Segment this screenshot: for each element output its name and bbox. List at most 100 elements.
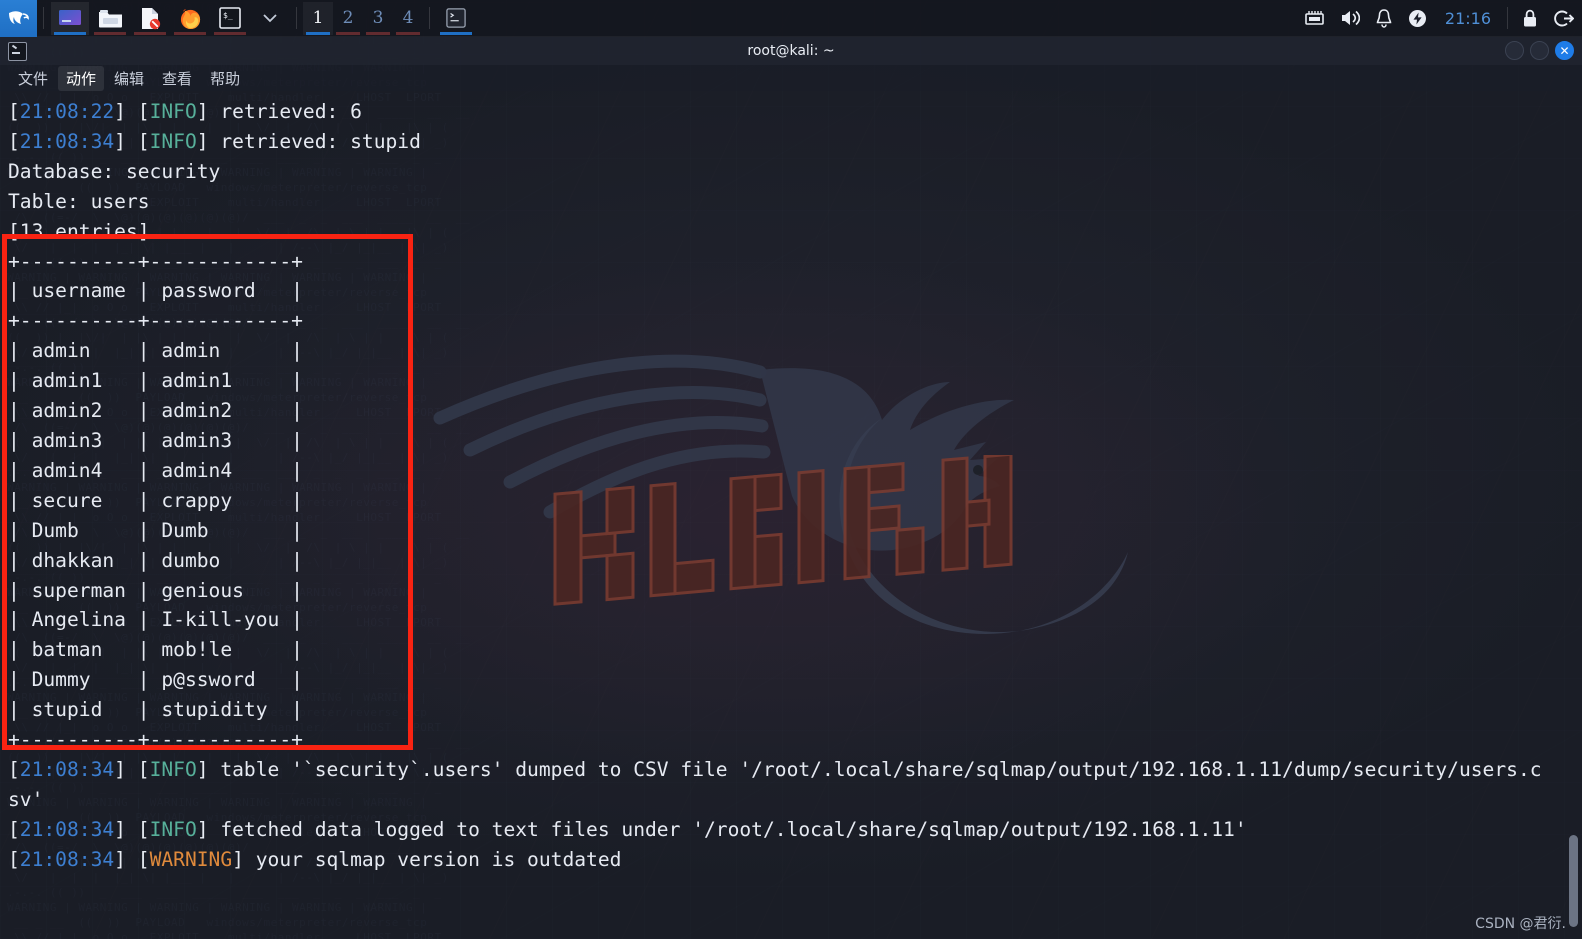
log-lines-bottom: [21:08:34] [INFO] table '`security`.user… <box>8 755 1582 875</box>
top-panel: $_ 1 2 3 4 21:16 <box>0 0 1582 37</box>
task-underline <box>134 31 166 35</box>
network-icon[interactable] <box>1297 0 1332 37</box>
panel-divider-2 <box>296 7 297 29</box>
log-bracket: [ <box>8 817 20 841</box>
log-bracket: [ <box>8 757 20 781</box>
terminal-output-area[interactable]: [21:08:22] [INFO] retrieved: 6 [21:08:34]… <box>0 91 1582 939</box>
log-level: INFO <box>149 129 197 153</box>
workspace-button-2[interactable]: 2 <box>333 2 363 35</box>
table-border: +----------+------------+ <box>8 309 303 333</box>
log-level: INFO <box>149 100 197 123</box>
log-line: [21:08:34] [WARNING] your sqlmap version… <box>8 845 1582 875</box>
panel-clock[interactable]: 21:16 <box>1435 9 1501 28</box>
log-timestamp: 21:08:22 <box>19 100 115 123</box>
log-bracket: ] [ <box>114 817 150 841</box>
logout-button[interactable] <box>1546 0 1582 37</box>
log-message: table '`security`.users' dumped to CSV f… <box>220 757 1542 781</box>
log-timestamp: 21:08:34 <box>19 757 115 781</box>
panel-divider-4 <box>1507 7 1508 29</box>
terminal-titlebar[interactable]: root@kali: ~ ✕ <box>0 37 1582 65</box>
workspace-active-underline <box>306 31 330 35</box>
task-underline <box>174 31 206 35</box>
table-row: | admin2 | admin2 | <box>8 399 303 423</box>
log-bracket: [ <box>8 847 20 871</box>
menu-file[interactable]: 文件 <box>10 66 56 91</box>
log-lines-top: [21:08:22] [INFO] retrieved: 6 [21:08:34]… <box>8 97 1582 157</box>
log-bracket: ] [ <box>114 757 150 781</box>
panel-task-file-manager[interactable] <box>91 2 129 35</box>
network-icon-glyph <box>1305 11 1324 25</box>
dump-meta-lines: Database: security Table: users [13 entrie… <box>8 157 1582 247</box>
folder-icon <box>98 9 122 27</box>
table-row: | admin | admin | <box>8 339 303 363</box>
minimize-button[interactable] <box>1505 41 1524 60</box>
panel-show-more-button[interactable] <box>251 2 289 35</box>
document-forbidden-icon <box>142 7 161 29</box>
log-timestamp: 21:08:34 <box>19 129 115 153</box>
panel-task-text-editor[interactable] <box>131 2 169 35</box>
panel-task-window-switcher[interactable] <box>51 1 89 35</box>
log-message: retrieved: 6 <box>220 100 362 123</box>
log-bracket: ] <box>196 129 221 153</box>
log-bracket: ] <box>196 757 221 781</box>
log-line: [21:08:34] [INFO] retrieved: stupid <box>8 127 1582 157</box>
table-row: | Angelina | I-kill-you | <box>8 608 303 632</box>
log-bracket: ] [ <box>114 100 150 123</box>
panel-task-terminal[interactable]: $_ <box>211 2 249 35</box>
log-bracket: [ <box>8 100 20 123</box>
workspace-label: 1 <box>312 8 324 28</box>
table-header-row: | username | password | <box>8 279 303 303</box>
task-active-underline <box>54 31 86 35</box>
log-bracket: ] <box>232 847 256 871</box>
display-window-icon <box>59 9 81 25</box>
workspace-label: 3 <box>372 8 384 28</box>
table-row: | batman | mob!le | <box>8 638 303 662</box>
workspace-underline <box>396 31 420 35</box>
close-button[interactable]: ✕ <box>1555 41 1574 60</box>
power-manager-icon[interactable] <box>1400 0 1435 37</box>
log-timestamp: 21:08:34 <box>19 817 115 841</box>
dump-meta-line: Table: users <box>8 189 150 213</box>
lock-screen-button[interactable] <box>1514 0 1546 37</box>
panel-divider-3 <box>429 7 430 29</box>
kali-dragon-icon <box>8 11 29 24</box>
taskbar-window-terminal[interactable] <box>437 2 475 35</box>
maximize-button[interactable] <box>1530 41 1549 60</box>
terminal-window: root@kali: ~ ✕ 文件 动作 编辑 查看 帮助 [21:08:22]… <box>0 37 1582 939</box>
logout-icon <box>1554 10 1574 26</box>
log-bracket: ] <box>196 817 221 841</box>
workspace-underline <box>336 31 360 35</box>
log-line: [21:08:34] [INFO] table '`security`.user… <box>8 755 1582 785</box>
log-message: retrieved: stupid <box>220 129 421 153</box>
panel-task-firefox[interactable] <box>171 2 209 35</box>
workspace-button-3[interactable]: 3 <box>363 2 393 35</box>
terminal-scrollbar[interactable] <box>1567 91 1579 939</box>
table-row: | stupid | stupidity | <box>8 698 303 722</box>
notifications-icon[interactable] <box>1368 0 1400 37</box>
table-row: | admin3 | admin3 | <box>8 428 303 452</box>
kali-menu-launcher-button[interactable] <box>0 0 37 37</box>
log-bracket: ] [ <box>114 129 150 153</box>
workspace-button-4[interactable]: 4 <box>393 2 423 35</box>
menu-help[interactable]: 帮助 <box>202 66 248 91</box>
log-bracket: ] [ <box>114 847 150 871</box>
log-message: fetched data logged to text files under … <box>220 817 1247 841</box>
scrollbar-thumb[interactable] <box>1569 835 1578 927</box>
menu-view[interactable]: 查看 <box>154 66 200 91</box>
log-bracket: [ <box>8 129 20 153</box>
menu-actions[interactable]: 动作 <box>58 65 105 91</box>
log-line-continuation: sv' <box>8 785 1582 815</box>
terminal-tab-icon[interactable] <box>8 41 27 61</box>
table-row: | superman | genious | <box>8 578 303 602</box>
log-timestamp: 21:08:34 <box>19 847 115 871</box>
log-message: sv' <box>8 787 44 811</box>
task-active-underline <box>440 31 472 35</box>
volume-icon-glyph <box>1341 10 1360 26</box>
chevron-down-icon <box>263 14 277 23</box>
volume-icon[interactable] <box>1332 0 1368 37</box>
workspace-underline <box>366 31 390 35</box>
terminal-window-title: root@kali: ~ <box>747 43 835 59</box>
workspace-button-1[interactable]: 1 <box>303 1 333 35</box>
table-row: | dhakkan | dumbo | <box>8 548 303 572</box>
menu-edit[interactable]: 编辑 <box>106 66 152 91</box>
